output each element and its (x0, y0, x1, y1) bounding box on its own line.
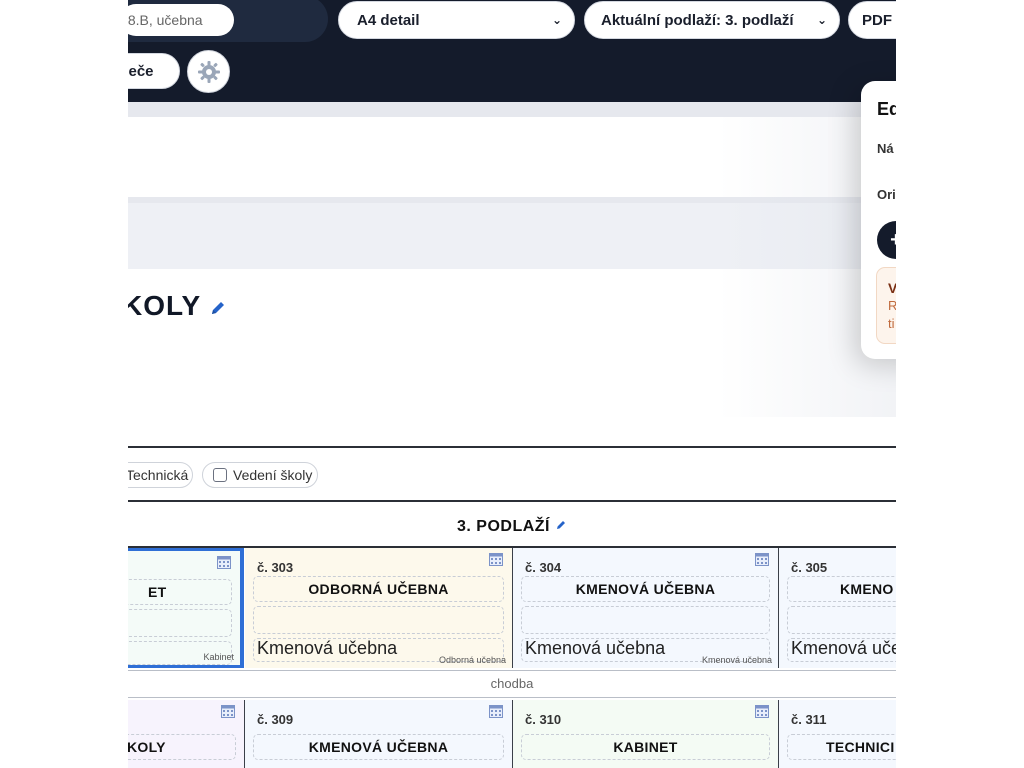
search-input-value: V, 8.B, učebna (128, 12, 203, 28)
room-type-label: Odborná učebna (438, 655, 506, 665)
chevron-down-icon: ⌄ (551, 13, 562, 27)
room-number: č. 309 (257, 712, 294, 727)
pencil-icon[interactable] (209, 292, 227, 324)
calendar-icon[interactable] (755, 704, 769, 718)
calendar-icon[interactable] (755, 552, 769, 566)
room-description: Kmenová učebna (525, 638, 666, 658)
room-number: č. 304 (525, 560, 562, 575)
panel-title: Ed (877, 99, 896, 119)
teachers-button[interactable]: žeče (128, 53, 180, 89)
room-name-text: ODBORNÁ UČEBNA (308, 581, 449, 597)
room-number: č. 310 (525, 712, 562, 727)
room-description: Kmenová uče (791, 638, 896, 658)
room-field (253, 606, 504, 634)
school-title-text: KOLY (128, 290, 202, 321)
room-name-text: KOLY (128, 739, 166, 755)
room-card[interactable]: ET Kabinet (128, 548, 244, 668)
filter-chip-vedeni-skoly[interactable]: Vedení školy (202, 462, 318, 488)
settings-button[interactable] (187, 50, 230, 93)
gear-icon (197, 60, 220, 83)
pdf-button[interactable]: PDF (848, 1, 896, 39)
section-divider (128, 500, 896, 502)
room-name: KMENOVÁ UČEBNA (521, 576, 770, 602)
top-toolbar: V, 8.B, učebna A4 detail ⌄ Aktuální podl… (128, 0, 896, 102)
calendar-icon[interactable] (217, 555, 231, 569)
edit-panel: Ed Ná Ori + V R ti (861, 81, 896, 359)
room-number: č. 305 (791, 560, 828, 575)
warning-box: V R ti (876, 267, 896, 344)
section-divider (128, 446, 896, 448)
room-card[interactable]: č. 311 TECHNICI (779, 700, 896, 768)
floor-title-text: 3. PODLAŽÍ (456, 518, 550, 536)
room-name: ODBORNÁ UČEBNA (253, 576, 504, 602)
room-number: č. 303 (257, 560, 294, 575)
panel-label-orientation: Ori (877, 187, 896, 202)
filter-chip-label: Vedení školy (233, 467, 313, 483)
room-name: KMENO (787, 576, 896, 602)
room-card[interactable]: č. 310 KABINET (513, 700, 779, 768)
school-title: KOLY (128, 290, 227, 324)
search-input[interactable]: V, 8.B, učebna (128, 4, 234, 36)
room-name: KMENOVÁ UČEBNA (253, 734, 504, 760)
room-name-text: ET (148, 584, 167, 600)
warning-text: R (888, 298, 896, 313)
pencil-icon[interactable] (555, 518, 567, 536)
add-button[interactable]: + (877, 221, 896, 259)
room-field (787, 606, 896, 634)
format-select-value: A4 detail (357, 11, 420, 29)
format-select[interactable]: A4 detail ⌄ (338, 1, 575, 39)
room-type-label: Kabinet (203, 652, 234, 662)
warning-text: ti (888, 316, 895, 331)
pdf-button-label: PDF (862, 11, 892, 29)
room-name: TECHNICI (787, 734, 896, 760)
checkbox[interactable] (213, 468, 227, 482)
room-description: Kmenová učebna (257, 638, 398, 658)
room-card[interactable]: č. 309 KMENOVÁ UČEBNA (245, 700, 513, 768)
floor-select-value: Aktuální podlaží: 3. podlaží (601, 11, 794, 29)
header-area (128, 117, 896, 197)
room-name-text: KMENOVÁ UČEBNA (575, 581, 716, 597)
filter-chip-label: Technická (128, 467, 189, 483)
calendar-icon[interactable] (489, 704, 503, 718)
room-name: KABINET (521, 734, 770, 760)
floor-select[interactable]: Aktuální podlaží: 3. podlaží ⌄ (584, 1, 840, 39)
room-name-text: KABINET (613, 739, 678, 755)
calendar-icon[interactable] (221, 704, 235, 718)
room-card[interactable]: č. 303 ODBORNÁ UČEBNA Kmenová učebna Odb… (245, 548, 513, 668)
room-card[interactable]: KOLY (128, 700, 245, 768)
room-type-label: Kmenová učebna (701, 655, 772, 665)
room-number: č. 311 (791, 712, 827, 727)
floor-title: 3. PODLAŽÍ (128, 518, 896, 536)
subheader-area (128, 197, 896, 269)
room-field (128, 609, 232, 637)
room-name: KOLY (128, 734, 236, 760)
room-card[interactable]: č. 304 KMENOVÁ UČEBNA Kmenová učebna Kme… (513, 548, 779, 668)
corridor: chodba (128, 670, 896, 698)
panel-label-name: Ná (877, 141, 894, 156)
room-name: ET (128, 579, 232, 605)
room-name-text: KMENOVÁ UČEBNA (308, 739, 449, 755)
room-name-text: KMENO (840, 581, 894, 597)
room-field (521, 606, 770, 634)
chevron-down-icon: ⌄ (816, 13, 827, 27)
room-card[interactable]: č. 305 KMENO Kmenová uče (779, 548, 896, 668)
filter-chip-technicka[interactable]: Technická (128, 462, 193, 488)
room-name-text: TECHNICI (826, 739, 895, 755)
calendar-icon[interactable] (489, 552, 503, 566)
teachers-button-label: žeče (128, 62, 154, 80)
toolbar-divider (128, 102, 896, 117)
warning-title: V (888, 280, 896, 296)
corridor-label: chodba (490, 676, 534, 691)
app-viewport: V, 8.B, učebna A4 detail ⌄ Aktuální podl… (128, 0, 896, 768)
plus-icon: + (890, 229, 896, 252)
